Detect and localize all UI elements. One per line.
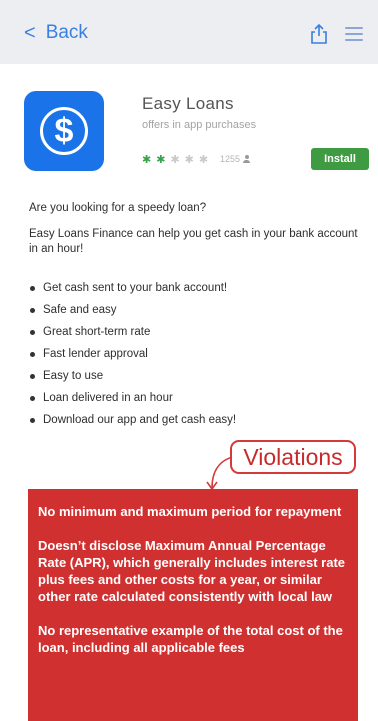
feature-list: Get cash sent to your bank account! Safe… — [29, 281, 359, 435]
list-item: Great short-term rate — [29, 325, 359, 347]
list-item: Fast lender approval — [29, 347, 359, 369]
chevron-left-icon: < — [24, 22, 36, 44]
violation-item: No representative example of the total c… — [38, 623, 343, 655]
rating-count-value: 1255 — [220, 154, 241, 164]
share-icon[interactable] — [310, 24, 328, 44]
violation-item: Doesn’t disclose Maximum Annual Percenta… — [38, 538, 346, 604]
violation-item: No minimum and maximum period for repaym… — [38, 504, 342, 519]
star-icon: ✱ — [184, 154, 194, 166]
app-subtitle: offers in app purchases — [142, 119, 257, 131]
list-item: Safe and easy — [29, 303, 359, 325]
description-paragraph: Easy Loans Finance can help you get cash… — [29, 228, 358, 255]
star-icon: ✱ — [170, 154, 180, 166]
back-button[interactable]: < Back — [24, 22, 88, 44]
top-bar: < Back — [0, 0, 378, 64]
star-icon: ✱ — [142, 154, 152, 166]
back-label: Back — [45, 22, 88, 43]
violations-label: Violations — [230, 440, 356, 474]
rating-count: 1255 — [220, 154, 251, 164]
list-item: Download our app and get cash easy! — [29, 413, 359, 435]
list-item: Get cash sent to your bank account! — [29, 281, 359, 303]
app-icon: $ — [24, 91, 104, 171]
star-icon: ✱ — [156, 154, 166, 166]
description-question: Are you looking for a speedy loan? — [29, 202, 207, 214]
install-button[interactable]: Install — [311, 148, 369, 170]
dollar-sign-icon: $ — [40, 107, 88, 155]
star-icon: ✱ — [198, 154, 209, 166]
rating-stars: ✱ ✱ ✱ ✱ ✱ — [142, 153, 208, 166]
list-item: Loan delivered in an hour — [29, 391, 359, 413]
app-name: Easy Loans — [142, 94, 234, 113]
violations-box: No minimum and maximum period for repaym… — [28, 489, 358, 721]
hamburger-menu-icon[interactable] — [345, 27, 363, 41]
list-item: Easy to use — [29, 369, 359, 391]
person-icon — [243, 155, 251, 163]
